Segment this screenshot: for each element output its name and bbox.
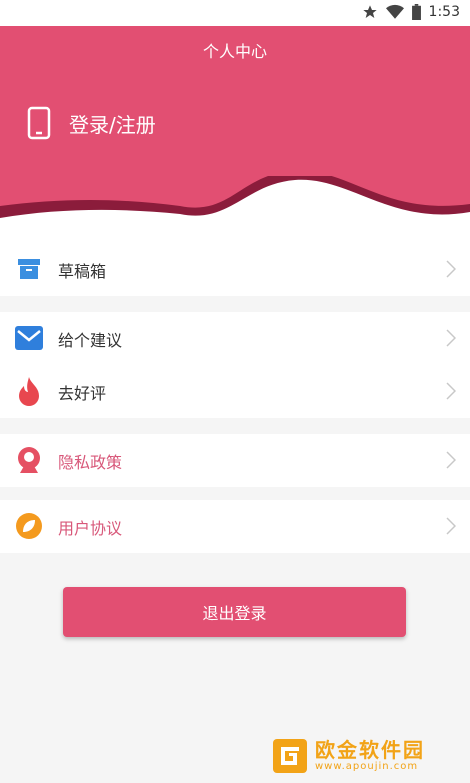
- chevron-right-icon: [446, 329, 456, 347]
- watermark-url: www.apoujin.com: [315, 761, 419, 772]
- star-icon: [362, 5, 377, 18]
- envelope-icon: [14, 323, 44, 353]
- menu-item-label: 用户协议: [58, 518, 123, 538]
- login-register-label: 登录/注册: [69, 112, 156, 137]
- menu-group-privacy: 隐私政策: [0, 434, 470, 487]
- flame-icon: [14, 376, 44, 406]
- chevron-right-icon: [446, 382, 456, 400]
- menu-item-label: 草稿箱: [58, 261, 107, 281]
- menu-item-privacy[interactable]: 隐私政策: [0, 434, 470, 487]
- menu-group-agreement: 用户协议: [0, 500, 470, 553]
- phone-icon: [27, 106, 51, 140]
- menu-item-label: 给个建议: [58, 330, 123, 350]
- battery-icon: [411, 4, 421, 20]
- status-bar: 1:53: [0, 0, 470, 26]
- chevron-right-icon: [446, 517, 456, 535]
- menu-group-drafts: 草稿箱: [0, 243, 470, 296]
- menu-item-rate[interactable]: 去好评: [0, 365, 470, 418]
- chevron-right-icon: [446, 451, 456, 469]
- login-register-link[interactable]: 登录/注册: [27, 106, 156, 140]
- profile-header: 个人中心 登录/注册: [0, 26, 470, 256]
- draft-box-icon: [14, 254, 44, 284]
- leaf-icon: [14, 511, 44, 541]
- logout-button[interactable]: 退出登录: [63, 587, 406, 637]
- menu-group-feedback: 给个建议 去好评: [0, 312, 470, 418]
- menu-item-label: 隐私政策: [58, 452, 123, 472]
- status-time: 1:53: [428, 4, 460, 20]
- watermark-icon: [273, 739, 307, 773]
- menu-item-suggestion[interactable]: 给个建议: [0, 312, 470, 365]
- watermark-title: 欧金软件园: [315, 738, 425, 762]
- menu-item-user-agreement[interactable]: 用户协议: [0, 500, 470, 553]
- chevron-right-icon: [446, 260, 456, 278]
- wifi-icon: [385, 4, 404, 19]
- menu-item-drafts[interactable]: 草稿箱: [0, 243, 470, 296]
- page-title: 个人中心: [202, 42, 267, 61]
- watermark-logo: 欧金软件园 www.apoujin.com: [273, 735, 463, 777]
- privacy-icon: [14, 445, 44, 475]
- menu-item-label: 去好评: [58, 383, 107, 403]
